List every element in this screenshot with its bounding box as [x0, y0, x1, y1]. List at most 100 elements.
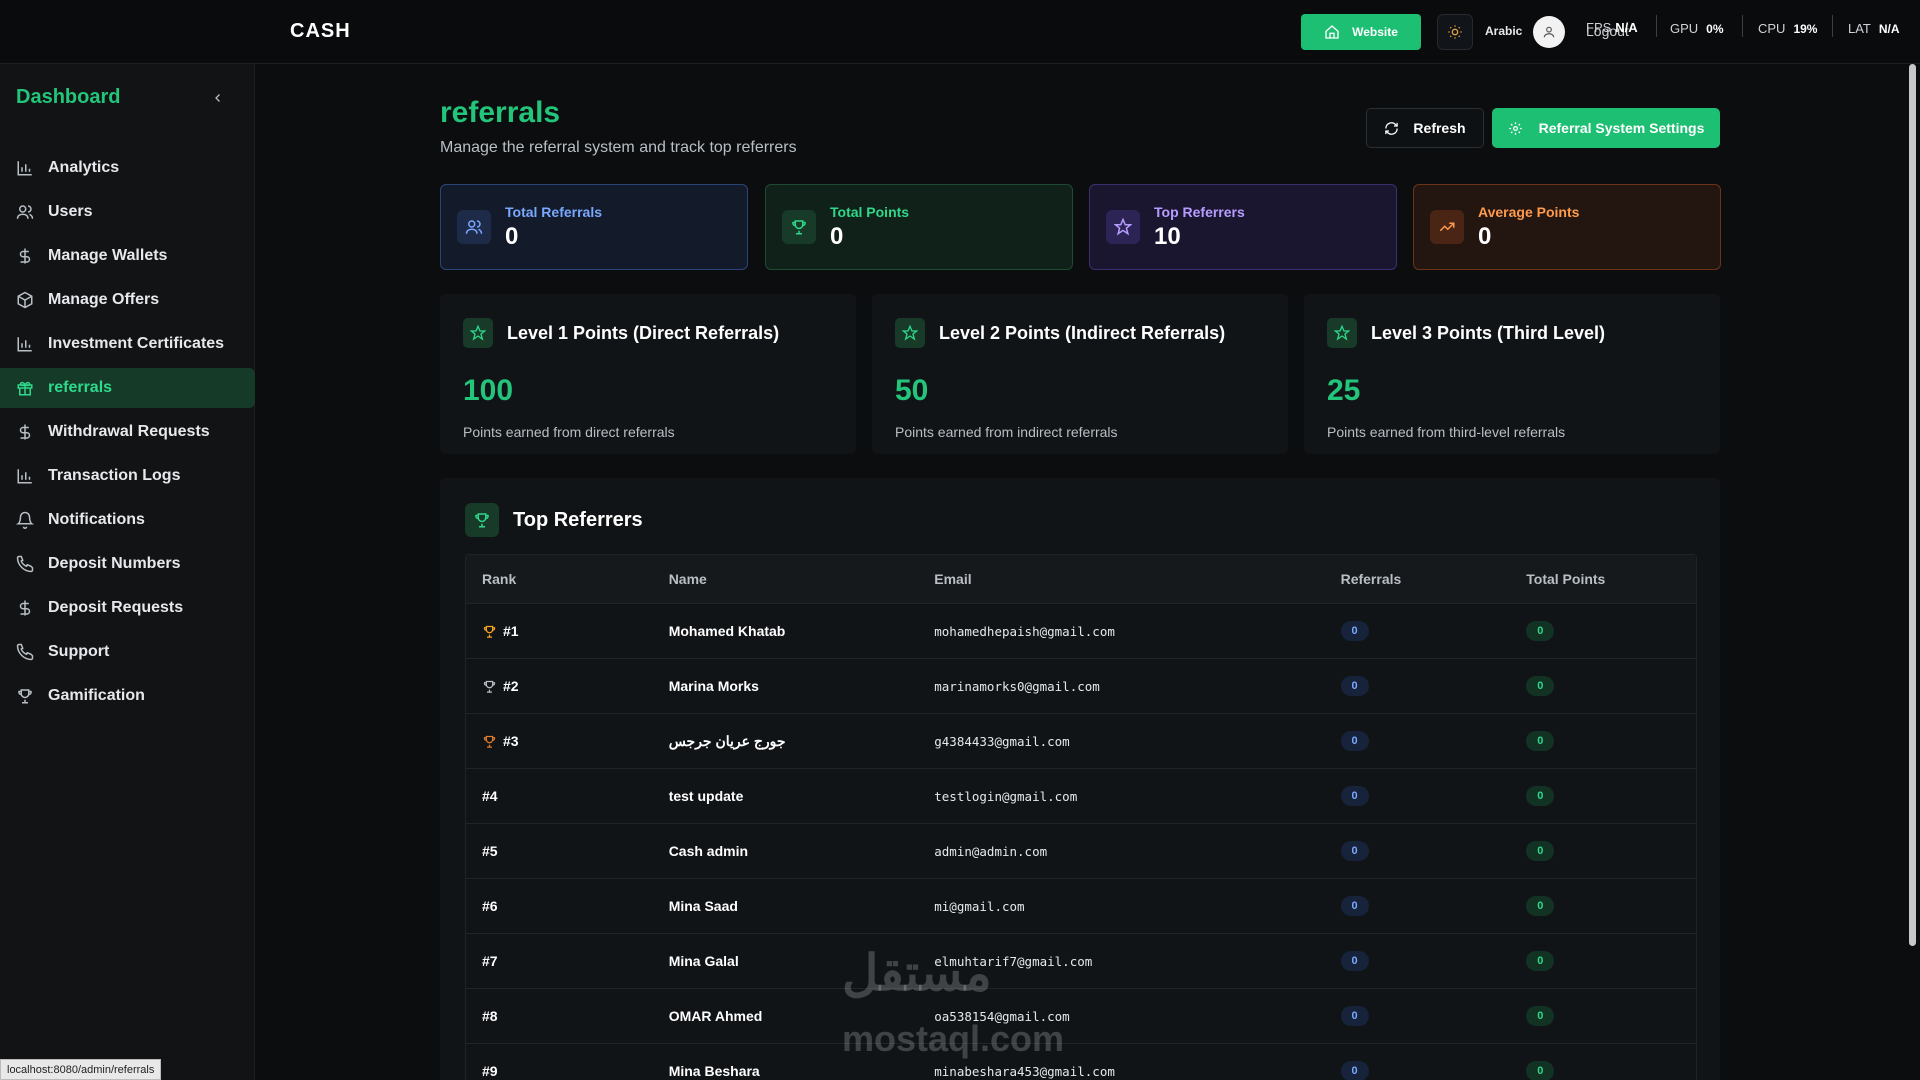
rank-value: #2 — [503, 678, 519, 694]
sidebar-item-deposit-numbers[interactable]: Deposit Numbers — [0, 544, 255, 584]
sidebar-item-deposit-requests[interactable]: Deposit Requests — [0, 588, 255, 628]
fps-metric: FPS N/A — [1586, 20, 1638, 35]
sidebar-item-analytics[interactable]: Analytics — [0, 148, 255, 188]
table-row[interactable]: #5 Cash admin admin@admin.com 0 0 — [466, 824, 1696, 879]
table-row[interactable]: #1 Mohamed Khatab mohamedhepaish@gmail.com… — [466, 604, 1696, 659]
sidebar-item-label: Deposit Numbers — [48, 555, 181, 572]
stat-label: Total Points — [830, 203, 910, 220]
refresh-button[interactable]: Refresh — [1366, 108, 1484, 148]
trending-up-icon — [1430, 210, 1464, 244]
stat-value: 0 — [1478, 222, 1492, 250]
column-header-name[interactable]: Name — [669, 571, 935, 587]
column-header-email[interactable]: Email — [934, 571, 1340, 587]
table-header: Rank Name Email Referrals Total Points — [466, 555, 1696, 604]
app-logo[interactable]: CASH — [290, 20, 351, 43]
sidebar-item-transaction-logs[interactable]: Transaction Logs — [0, 456, 255, 496]
sidebar-item-label: Investment Certificates — [48, 335, 225, 352]
stat-value: 0 — [505, 222, 519, 250]
column-header-rank[interactable]: Rank — [466, 571, 669, 587]
referral-settings-button[interactable]: Referral System Settings — [1492, 108, 1720, 148]
table-row[interactable]: #8 OMAR Ahmed oa538154@gmail.com 0 0 — [466, 989, 1696, 1044]
star-icon — [1106, 210, 1140, 244]
email-cell: admin@admin.com — [934, 843, 1048, 859]
referrals-cell: 0 — [1340, 841, 1527, 861]
dollar-icon — [19, 248, 31, 264]
stat-label: Top Referrers — [1154, 203, 1245, 220]
fps-value: N/A — [1615, 20, 1638, 35]
column-header-total-points[interactable]: Total Points — [1526, 571, 1696, 587]
table-row[interactable]: #6 Mina Saad mi@gmail.com 0 0 — [466, 879, 1696, 934]
top-referrers-table: Rank Name Email Referrals Total Points #… — [465, 554, 1697, 1080]
sun-icon — [1448, 25, 1462, 39]
website-label: Website — [1352, 25, 1398, 39]
table-row[interactable]: #3 جورج عريان جرجس g4384433@gmail.com 0 0 — [466, 714, 1696, 769]
level-card-3: Level 3 Points (Third Level) 25 Points e… — [1304, 294, 1720, 454]
dollar-icon — [19, 600, 31, 616]
bell-icon — [16, 511, 34, 529]
star-icon — [1327, 318, 1357, 348]
stat-card-top-referrers: Top Referrers 10 — [1089, 184, 1397, 270]
language-switch[interactable]: Arabic — [1485, 24, 1522, 38]
name-cell: Mohamed Khatab — [668, 623, 786, 639]
level-points: 100 — [463, 374, 514, 407]
referrals-badge: 0 — [1340, 621, 1369, 641]
trophy-icon — [483, 625, 496, 638]
theme-toggle-button[interactable] — [1437, 14, 1473, 50]
points-cell: 0 — [1526, 676, 1696, 696]
divider — [1832, 15, 1833, 37]
table-row[interactable]: #9 Mina Beshara minabeshara453@gmail.com 0 0 — [466, 1044, 1696, 1080]
column-header-referrals[interactable]: Referrals — [1341, 571, 1527, 587]
referrals-badge: 0 — [1340, 676, 1369, 696]
sidebar-item-notifications[interactable]: Notifications — [0, 500, 255, 540]
gpu-label: GPU — [1670, 21, 1699, 36]
rank-cell: #6 — [466, 898, 669, 914]
watermark-latin: mostaql.com — [842, 1018, 1065, 1059]
sidebar-item-referrals[interactable]: referrals — [0, 368, 255, 408]
sidebar-item-label: Notifications — [48, 511, 145, 528]
stat-label: Average Points — [1478, 203, 1580, 220]
referrals-cell: 0 — [1340, 1006, 1527, 1026]
star-icon — [895, 318, 925, 348]
points-badge: 0 — [1526, 786, 1555, 806]
level-title: Level 2 Points (Indirect Referrals) — [939, 322, 1226, 343]
table-body: #1 Mohamed Khatab mohamedhepaish@gmail.com… — [466, 604, 1696, 1080]
points-badge: 0 — [1526, 621, 1555, 641]
rank-cell: #5 — [466, 843, 669, 859]
rank-cell: #7 — [466, 953, 669, 969]
referrals-badge: 0 — [1340, 786, 1369, 806]
table-row[interactable]: #7 Mina Galal elmuhtarif7@gmail.com 0 0 — [466, 934, 1696, 989]
rank-cell: #4 — [466, 788, 669, 804]
lat-label: LAT — [1848, 21, 1871, 36]
points-cell: 0 — [1526, 841, 1696, 861]
sidebar-item-support[interactable]: Support — [0, 632, 255, 672]
phone-icon — [16, 555, 34, 573]
referrals-cell: 0 — [1340, 786, 1527, 806]
level-card-2: Level 2 Points (Indirect Referrals) 50 P… — [872, 294, 1288, 454]
sidebar-item-users[interactable]: Users — [0, 192, 255, 232]
collapse-sidebar-button[interactable] — [212, 92, 224, 104]
email-cell: testlogin@gmail.com — [934, 788, 1078, 804]
table-row[interactable]: #4 test update testlogin@gmail.com 0 0 — [466, 769, 1696, 824]
points-cell: 0 — [1526, 621, 1696, 641]
name-cell: Cash admin — [668, 843, 749, 859]
rank-value: #4 — [482, 788, 498, 804]
rank-cell: #9 — [466, 1063, 669, 1079]
bar-chart-icon — [17, 337, 32, 352]
page-subtitle: Manage the referral system and track top… — [440, 139, 797, 156]
referrals-badge: 0 — [1340, 951, 1369, 971]
level-points: 25 — [1327, 374, 1361, 407]
sidebar-item-gamification[interactable]: Gamification — [0, 676, 255, 716]
stat-label: Total Referrals — [505, 203, 602, 220]
sidebar-item-manage-offers[interactable]: Manage Offers — [0, 280, 255, 320]
avatar[interactable] — [1533, 16, 1565, 48]
sidebar-item-label: Withdrawal Requests — [48, 423, 210, 440]
rank-cell: #3 — [466, 733, 669, 749]
scrollbar-thumb[interactable] — [1909, 64, 1916, 946]
sidebar-item-manage-wallets[interactable]: Manage Wallets — [0, 236, 255, 276]
sidebar-item-withdrawal-requests[interactable]: Withdrawal Requests — [0, 412, 255, 452]
table-row[interactable]: #2 Marina Morks marinamorks0@gmail.com 0 0 — [466, 659, 1696, 714]
website-button[interactable]: Website — [1301, 14, 1421, 50]
lat-value: N/A — [1878, 22, 1900, 36]
points-badge: 0 — [1526, 951, 1555, 971]
sidebar-item-investment-certificates[interactable]: Investment Certificates — [0, 324, 255, 364]
